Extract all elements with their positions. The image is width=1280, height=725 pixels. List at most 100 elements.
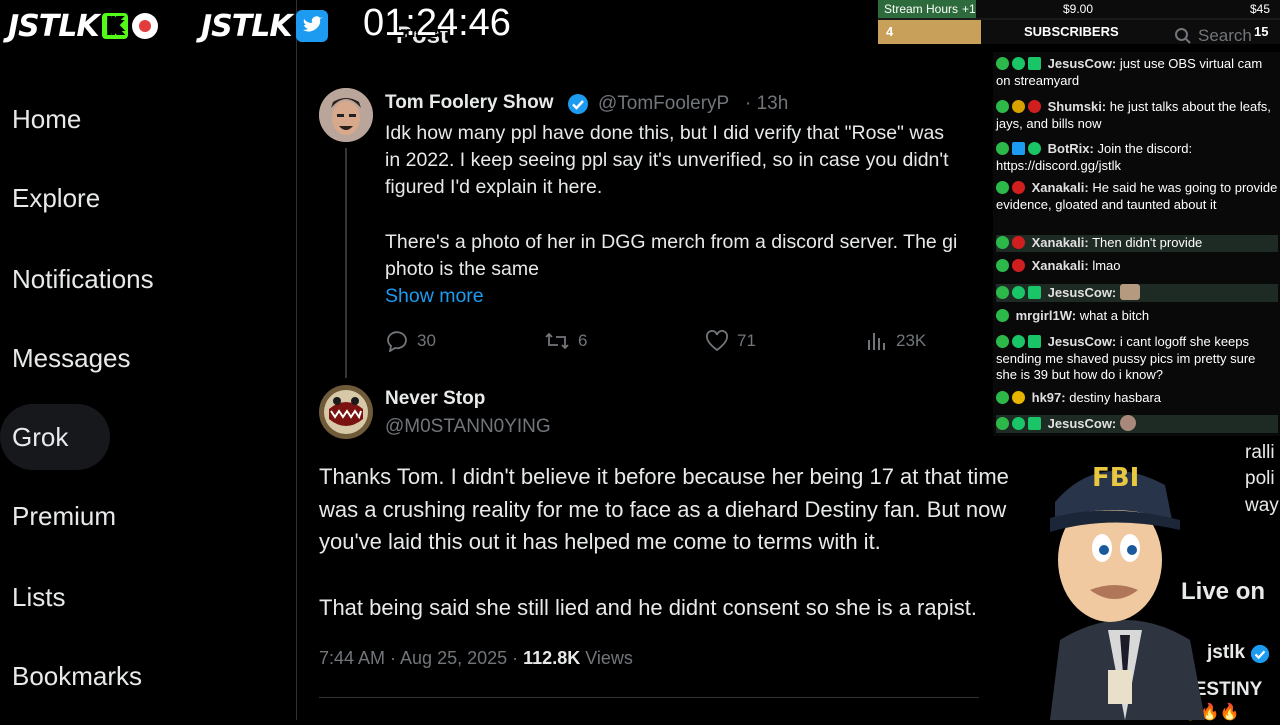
nav-lists-label: Lists <box>12 581 66 612</box>
chat-message: Xanakali: Then didn't provide <box>996 235 1278 252</box>
stream-timer: 01:24:46 <box>363 2 511 44</box>
reply-button[interactable]: 30 <box>385 330 436 352</box>
moderator-badge-icon <box>996 236 1009 249</box>
chat-text: Then didn't provide <box>1092 235 1203 250</box>
goal-price-1: $9.00 <box>1063 2 1094 16</box>
author-name[interactable]: Tom Foolery Show <box>385 92 554 114</box>
nav-home-label: Home <box>12 103 82 134</box>
stream-hours-delta: +1 <box>962 2 976 16</box>
logo-text: JSTLK <box>201 8 293 44</box>
views-count: 23K <box>896 331 927 350</box>
warning-badge-icon <box>1012 100 1025 113</box>
gift-badge-icon <box>1028 57 1041 70</box>
post-time[interactable]: · 13h <box>745 93 788 115</box>
sidebar-nav: Home Explore Notifications Messages Grok… <box>0 0 297 720</box>
subscriber-progress-fill <box>878 20 981 44</box>
trend-text-fragment: ralli <box>1245 442 1275 463</box>
chat-message: JesusCow: <box>996 284 1278 302</box>
tweet-meta: 7:44 AM · Aug 25, 2025 · 112.8K Views <box>319 648 633 669</box>
nav-premium[interactable]: Premium <box>0 483 116 549</box>
views-label: Views <box>585 648 633 668</box>
nav-grok[interactable]: Grok <box>0 404 110 470</box>
tweet-text-line: was a crushing reality for me to face as… <box>319 497 1007 522</box>
cat-emote-icon <box>1119 284 1140 300</box>
cap-fbi-text: FBI <box>1092 463 1139 493</box>
nav-lists[interactable]: Lists <box>0 564 65 630</box>
search-icon <box>1175 28 1191 44</box>
chat-message: BotRix: Join the discord: https://discor… <box>996 141 1278 174</box>
repost-button[interactable]: 6 <box>544 330 587 352</box>
tweet-text-line: you've laid this out it has helped me co… <box>319 529 881 554</box>
search-placeholder: Search <box>1198 26 1252 45</box>
moderator-badge-icon <box>996 100 1009 113</box>
nav-messages[interactable]: Messages <box>0 325 131 391</box>
search-box[interactable]: Search <box>1174 26 1252 46</box>
tweet-text-line: Thanks Tom. I didn't believe it before b… <box>319 464 1009 489</box>
post-date[interactable]: 7:44 AM · Aug 25, 2025 · <box>319 648 518 668</box>
chat-username: mrgirl1W: <box>1015 308 1077 323</box>
nav-notifications-label: Notifications <box>12 263 154 294</box>
bot-badge-icon <box>1012 142 1025 155</box>
avatar-tom[interactable] <box>319 88 373 142</box>
chat-username: Shumski: <box>1047 99 1107 114</box>
tweet-text-line: Idk how many ppl have done this, but I d… <box>385 122 945 144</box>
moderator-badge-icon <box>996 335 1009 348</box>
nav-notifications[interactable]: Notifications <box>0 246 154 312</box>
chat-text: what a bitch <box>1079 308 1150 323</box>
verified-badge-icon <box>1028 142 1041 155</box>
moderator-badge-icon <box>996 391 1009 404</box>
tweet-text-line: figured I'd explain it here. <box>385 176 603 198</box>
logo-text: JSTLK <box>8 8 100 44</box>
chat-username: JesusCow: <box>1047 416 1117 431</box>
chat-username: Xanakali: <box>1031 180 1089 195</box>
author-name[interactable]: Never Stop <box>385 388 485 410</box>
stream-hours-label: Stream Hours <box>884 2 959 16</box>
verified-icon <box>1250 644 1270 669</box>
moderator-badge-icon <box>996 181 1009 194</box>
nav-premium-label: Premium <box>12 500 117 531</box>
like-button[interactable]: 71 <box>705 330 756 352</box>
author-handle[interactable]: @M0STANN0YING <box>385 416 551 438</box>
analytics-icon <box>868 333 885 350</box>
repost-count: 6 <box>578 331 588 350</box>
nav-messages-label: Messages <box>12 342 131 373</box>
heart-icon <box>706 330 728 352</box>
nav-explore[interactable]: Explore <box>0 165 100 231</box>
nav-explore-label: Explore <box>12 182 101 213</box>
subscribers-label: SUBSCRIBERS <box>1024 24 1119 39</box>
nav-home[interactable]: Home <box>0 86 81 152</box>
face-emote-icon <box>1119 415 1136 431</box>
stream-goal-widget: Stream Hours +1 $9.00 $45 4 SUBSCRIBERS … <box>878 0 1280 46</box>
moderator-badge-icon <box>996 309 1009 322</box>
sub-badge-icon <box>1012 417 1025 430</box>
gift-badge-icon <box>1028 286 1041 299</box>
show-more-link[interactable]: Show more <box>385 285 484 308</box>
chat-text: lmao <box>1092 258 1121 273</box>
main-timeline: Post Tom Foolery Show @TomFooleryP · 13h… <box>298 0 1009 720</box>
sub-badge-icon <box>1028 100 1041 113</box>
tweet-text-line: photo is the same <box>385 258 539 280</box>
chat-message: JesusCow: <box>996 415 1278 433</box>
chat-username: JesusCow: <box>1047 334 1117 349</box>
chat-message: Xanakali: He said he was going to provid… <box>996 180 1278 213</box>
views-button[interactable]: 23K <box>866 330 926 352</box>
moderator-badge-icon <box>996 259 1009 272</box>
record-icon <box>131 13 158 39</box>
moderator-badge-icon <box>996 142 1009 155</box>
author-handle[interactable]: @TomFooleryP <box>598 93 729 115</box>
avatar-never-stop[interactable] <box>319 385 373 439</box>
chat-text: destiny hasbara <box>1069 390 1161 405</box>
moderator-badge-icon <box>996 57 1009 70</box>
nav-bookmarks[interactable]: Bookmarks <box>0 643 142 709</box>
repost-icon <box>545 332 569 350</box>
chat-username: JesusCow: <box>1047 56 1117 71</box>
verified-icon <box>567 93 589 120</box>
fbi-mascot: FBI <box>1030 440 1220 720</box>
moderator-badge-icon <box>996 286 1009 299</box>
gift-badge-icon <box>1028 335 1041 348</box>
sub-badge-icon <box>1012 181 1025 194</box>
avatar-monster-icon <box>319 385 373 439</box>
chat-username: hk97: <box>1031 390 1066 405</box>
sub-badge-icon <box>1012 236 1025 249</box>
jstlk-kick-logo: JSTLK K <box>8 6 158 46</box>
